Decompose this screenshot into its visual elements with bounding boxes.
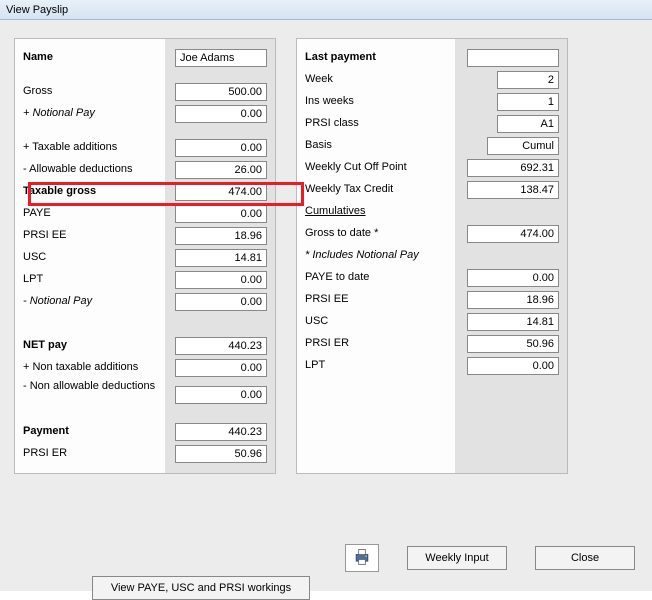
printer-icon (351, 547, 373, 570)
paye-to-date-field[interactable] (467, 269, 559, 287)
last-payment-field[interactable] (467, 49, 559, 67)
view-workings-button[interactable]: View PAYE, USC and PRSI workings (92, 576, 310, 600)
net-pay-label: NET pay (23, 335, 157, 357)
prsi-ee-cum-field[interactable] (467, 291, 559, 309)
ins-weeks-field[interactable] (497, 93, 559, 111)
ins-weeks-label: Ins weeks (305, 91, 447, 113)
notional-sub-field[interactable] (175, 293, 267, 311)
lpt-cum-label: LPT (305, 355, 447, 377)
net-pay-field[interactable] (175, 337, 267, 355)
paye-field[interactable] (175, 205, 267, 223)
taxable-additions-field[interactable] (175, 139, 267, 157)
basis-label: Basis (305, 135, 447, 157)
cutoff-label: Weekly Cut Off Point (305, 157, 447, 179)
cumulatives-label: Cumulatives (305, 201, 447, 223)
gross-field[interactable] (175, 83, 267, 101)
basis-field[interactable] (487, 137, 559, 155)
prsi-er-field[interactable] (175, 445, 267, 463)
left-values (165, 39, 275, 473)
prsi-er-cum-field[interactable] (467, 335, 559, 353)
notional-add-field[interactable] (175, 105, 267, 123)
payslip-right-panel: Last payment Week Ins weeks PRSI class B… (296, 38, 568, 474)
payslip-left-panel: Name Gross + Notional Pay + Taxable addi… (14, 38, 276, 474)
left-labels: Name Gross + Notional Pay + Taxable addi… (15, 39, 165, 473)
cutoff-field[interactable] (467, 159, 559, 177)
last-payment-label: Last payment (305, 47, 447, 69)
prsi-er-cum-label: PRSI ER (305, 333, 447, 355)
right-labels: Last payment Week Ins weeks PRSI class B… (297, 39, 455, 473)
paye-label: PAYE (23, 203, 157, 225)
prsi-ee-field[interactable] (175, 227, 267, 245)
week-field[interactable] (497, 71, 559, 89)
week-label: Week (305, 69, 447, 91)
prsi-er-label: PRSI ER (23, 443, 157, 465)
prsi-class-label: PRSI class (305, 113, 447, 135)
usc-field[interactable] (175, 249, 267, 267)
print-button[interactable] (345, 544, 379, 572)
name-field[interactable] (175, 49, 267, 67)
nontax-add-label: + Non taxable additions (23, 357, 157, 379)
taxable-additions-label: + Taxable additions (23, 137, 157, 159)
name-label: Name (23, 47, 157, 69)
client-area: Name Gross + Notional Pay + Taxable addi… (0, 20, 652, 591)
prsi-ee-cum-label: PRSI EE (305, 289, 447, 311)
usc-cum-field[interactable] (467, 313, 559, 331)
payment-field[interactable] (175, 423, 267, 441)
lpt-field[interactable] (175, 271, 267, 289)
taxcredit-field[interactable] (467, 181, 559, 199)
gross-label: Gross (23, 81, 157, 103)
allowable-deductions-label: - Allowable deductions (23, 159, 157, 181)
right-values (455, 39, 567, 473)
right-toolbar: Weekly Input Close (345, 544, 635, 572)
nontax-add-field[interactable] (175, 359, 267, 377)
usc-cum-label: USC (305, 311, 447, 333)
close-button[interactable]: Close (535, 546, 635, 570)
lpt-cum-field[interactable] (467, 357, 559, 375)
gross-to-date-field[interactable] (467, 225, 559, 243)
taxable-gross-field[interactable] (175, 183, 267, 201)
gross-to-date-label: Gross to date * (305, 223, 447, 245)
includes-notional-label: * Includes Notional Pay (305, 245, 447, 267)
prsi-class-field[interactable] (497, 115, 559, 133)
taxcredit-label: Weekly Tax Credit (305, 179, 447, 201)
nonallow-ded-field[interactable] (175, 386, 267, 404)
notional-add-label: + Notional Pay (23, 103, 157, 125)
notional-sub-label: - Notional Pay (23, 291, 157, 313)
paye-to-date-label: PAYE to date (305, 267, 447, 289)
weekly-input-button[interactable]: Weekly Input (407, 546, 507, 570)
taxable-gross-label: Taxable gross (23, 181, 157, 203)
window-title: View Payslip (0, 0, 652, 20)
allowable-deductions-field[interactable] (175, 161, 267, 179)
lpt-label: LPT (23, 269, 157, 291)
nonallow-ded-label: - Non allowable deductions (23, 379, 157, 409)
usc-label: USC (23, 247, 157, 269)
prsi-ee-label: PRSI EE (23, 225, 157, 247)
payment-label: Payment (23, 421, 157, 443)
